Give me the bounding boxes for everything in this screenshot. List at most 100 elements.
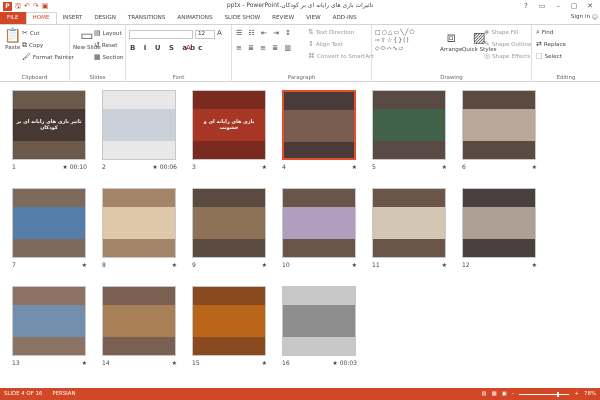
- slide-transition-marker[interactable]: ★: [352, 164, 357, 171]
- font-name-box[interactable]: [129, 30, 193, 39]
- ribbon-display-icon[interactable]: ▭: [534, 0, 550, 12]
- account-icon[interactable]: ☺: [592, 14, 598, 21]
- layout-button[interactable]: ▤ Layout: [94, 30, 122, 37]
- font-grow-icon[interactable]: A: [217, 30, 222, 37]
- title-bar: P 🖫 ↶ ↷ ▣ تاثیرات بازی های رایانه ای بر …: [0, 0, 600, 12]
- editing-group: ⌕ Find ⇄ Replace ⬚ Select Editing: [532, 25, 600, 82]
- tab-add-ins[interactable]: ADD-INS: [327, 12, 363, 24]
- fill-icon: ◈: [484, 28, 490, 36]
- tab-home[interactable]: HOME: [25, 12, 57, 24]
- slide-transition-marker[interactable]: ★: [532, 164, 537, 171]
- font-format-buttons[interactable]: B I U S abc: [130, 45, 205, 52]
- slide-thumbnail[interactable]: [12, 188, 86, 258]
- zoom-slider[interactable]: [519, 392, 570, 397]
- close-icon[interactable]: ✕: [582, 0, 598, 12]
- slide-thumbnail[interactable]: [102, 90, 176, 160]
- slide-thumbnail[interactable]: تاثیر بازی های رایانه ای بر کودکان: [12, 90, 86, 160]
- slide-transition-marker[interactable]: ★ 00:06: [152, 164, 177, 171]
- tab-slide-show[interactable]: SLIDE SHOW: [219, 12, 267, 24]
- zoom-level[interactable]: 78%: [584, 388, 596, 400]
- language-indicator[interactable]: PERSIAN: [42, 391, 75, 397]
- slide-thumbnail[interactable]: [462, 188, 536, 258]
- zoom-in-icon[interactable]: +: [574, 388, 579, 400]
- slide-transition-marker[interactable]: ★: [82, 360, 87, 367]
- tab-review[interactable]: REVIEW: [266, 12, 300, 24]
- shape-effects-button[interactable]: ◎ Shape Effects: [484, 53, 530, 60]
- slide-transition-marker[interactable]: ★: [442, 262, 447, 269]
- slide-thumbnail[interactable]: [282, 188, 356, 258]
- zoom-out-icon[interactable]: –: [512, 388, 515, 400]
- sign-in-link[interactable]: Sign in: [571, 14, 590, 20]
- paste-button[interactable]: 📋 Paste: [4, 29, 21, 51]
- copy-button[interactable]: ⧉ Copy: [22, 42, 43, 49]
- slide-image-band: [193, 207, 265, 239]
- align-buttons[interactable]: ≡ ≣ ≡ ≣ ▥: [236, 45, 293, 52]
- text-direction-button[interactable]: ⇅ Text Direction: [308, 29, 354, 36]
- slide-transition-marker[interactable]: ★ 00:10: [62, 164, 87, 171]
- powerpoint-logo-icon: P: [3, 1, 12, 11]
- slide-transition-marker[interactable]: ★: [172, 262, 177, 269]
- reset-button[interactable]: ↺ Reset: [94, 42, 118, 49]
- select-button[interactable]: ⬚ Select: [536, 53, 562, 60]
- maximize-icon[interactable]: ▢: [566, 0, 582, 12]
- list-buttons[interactable]: ☰ ☷ ⇤ ⇥ ↕: [236, 30, 293, 37]
- slide-thumbnail[interactable]: [372, 188, 446, 258]
- shapes-gallery[interactable]: □○△▭╲╱⬠ ⇨⇧☆{}() ◇⬭⌒∿▱: [375, 29, 437, 53]
- slide-number: 4: [282, 164, 286, 171]
- normal-view-icon[interactable]: ▦: [492, 388, 497, 400]
- zoom-slider-knob[interactable]: [556, 392, 559, 397]
- shape-outline-button[interactable]: ✎ Shape Outline: [484, 41, 531, 48]
- font-label: Font: [172, 75, 185, 81]
- help-icon[interactable]: ?: [518, 0, 534, 12]
- tab-transitions[interactable]: TRANSITIONS: [122, 12, 172, 24]
- slide-thumbnail[interactable]: بازی های رایانه ای و خشونت: [192, 90, 266, 160]
- slide-thumbnail[interactable]: [12, 286, 86, 356]
- slide-thumbnail[interactable]: [102, 188, 176, 258]
- cut-button[interactable]: ✂ Cut: [22, 30, 40, 37]
- undo-icon[interactable]: ↶: [24, 1, 30, 11]
- format-painter-button[interactable]: 🖌 Format Painter: [22, 54, 74, 61]
- paragraph-label: Paragraph: [287, 75, 316, 81]
- tab-insert[interactable]: INSERT: [57, 12, 89, 24]
- replace-button[interactable]: ⇄ Replace: [536, 41, 566, 48]
- font-color-icon[interactable]: A: [186, 45, 191, 52]
- slide-thumbnail[interactable]: [102, 286, 176, 356]
- slide-transition-marker[interactable]: ★: [262, 360, 267, 367]
- notes-icon[interactable]: ▤: [482, 388, 487, 400]
- slide-thumbnail[interactable]: [192, 286, 266, 356]
- tab-animations[interactable]: ANIMATIONS: [171, 12, 218, 24]
- find-button[interactable]: ⌕ Find: [536, 29, 553, 36]
- slide-thumbnail[interactable]: [282, 286, 356, 356]
- shape-fill-button[interactable]: ◈ Shape Fill: [484, 29, 518, 36]
- section-button[interactable]: ▦ Section: [94, 54, 123, 61]
- slide-transition-marker[interactable]: ★: [262, 262, 267, 269]
- slide-thumbnail[interactable]: [462, 90, 536, 160]
- slide-transition-marker[interactable]: ★: [82, 262, 87, 269]
- arrange-button[interactable]: ⧈ Arrange: [440, 31, 462, 53]
- slide-transition-marker[interactable]: ★: [352, 262, 357, 269]
- slide-thumbnail[interactable]: [192, 188, 266, 258]
- reset-icon: ↺: [94, 41, 100, 49]
- save-icon[interactable]: 🖫: [15, 1, 21, 11]
- start-slideshow-icon[interactable]: ▣: [42, 1, 49, 11]
- tab-design[interactable]: DESIGN: [88, 12, 122, 24]
- convert-smartart-button[interactable]: ⌘ Convert to SmartArt: [308, 53, 374, 60]
- tab-file[interactable]: FILE: [0, 12, 26, 24]
- slide-transition-marker[interactable]: ★: [532, 262, 537, 269]
- reading-view-icon[interactable]: ▣: [502, 388, 507, 400]
- slide-transition-marker[interactable]: ★: [172, 360, 177, 367]
- slide-image-band: [373, 207, 445, 239]
- status-right: ▤ ▦ ▣ – + 78%: [482, 388, 596, 400]
- slide-transition-marker[interactable]: ★: [262, 164, 267, 171]
- redo-icon[interactable]: ↷: [33, 1, 39, 11]
- slide-number: 1: [12, 164, 16, 171]
- slide-sorter[interactable]: تاثیر بازی های رایانه ای بر کودکان 1 ★ 00:…: [0, 82, 600, 388]
- slide-thumbnail[interactable]: [372, 90, 446, 160]
- font-size-box[interactable]: 12: [195, 30, 215, 39]
- minimize-icon[interactable]: –: [550, 0, 566, 12]
- slide-transition-marker[interactable]: ★: [442, 164, 447, 171]
- slide-transition-marker[interactable]: ★ 00:03: [332, 360, 357, 367]
- tab-view[interactable]: VIEW: [300, 12, 327, 24]
- align-text-button[interactable]: ⇕ Align Text: [308, 41, 343, 48]
- slide-thumbnail[interactable]: [282, 90, 356, 160]
